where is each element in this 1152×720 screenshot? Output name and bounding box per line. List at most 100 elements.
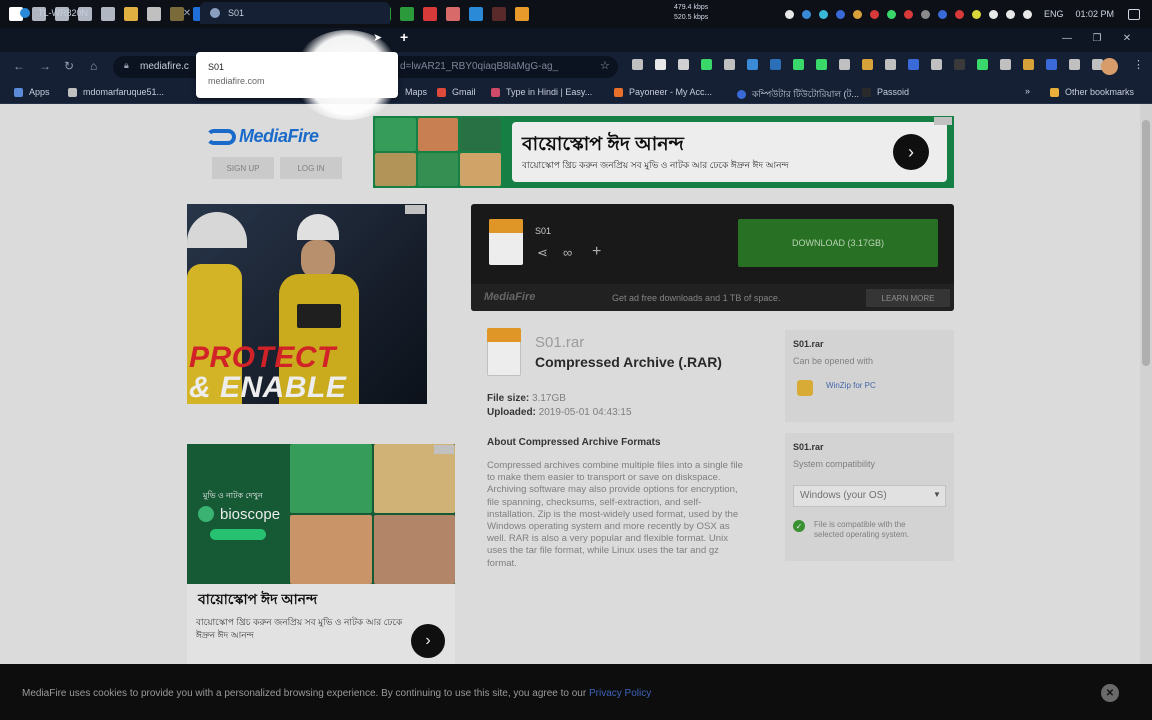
extension-icon[interactable] [1069, 59, 1080, 70]
taskbar-app-icon[interactable] [446, 7, 460, 21]
restore-icon[interactable]: ❐ [1082, 33, 1112, 44]
extension-icon[interactable] [1023, 59, 1034, 70]
link-icon[interactable]: ∞ [563, 245, 572, 260]
ad-arrow-icon[interactable]: › [411, 624, 445, 658]
chevron-down-icon[interactable]: ▼ [933, 490, 941, 499]
tray-icon[interactable] [784, 9, 794, 19]
tray-icon[interactable] [1022, 9, 1032, 19]
close-icon[interactable]: ✕ [1101, 684, 1119, 702]
new-tab-icon[interactable]: + [400, 29, 408, 45]
taskbar-app-icon[interactable] [469, 7, 483, 21]
back-icon[interactable]: ← [13, 59, 25, 73]
extension-icon[interactable] [678, 59, 689, 70]
adchoices-icon[interactable] [405, 205, 425, 214]
extension-icon[interactable] [931, 59, 942, 70]
tab-tl-wr820n[interactable]: TL-WR820N ✕ [10, 2, 200, 24]
ad-image-tile [290, 515, 372, 584]
extension-icon[interactable] [1000, 59, 1011, 70]
taskbar-app-icon[interactable] [492, 7, 506, 21]
taskbar-app-icon[interactable] [515, 7, 529, 21]
extension-icon[interactable] [632, 59, 643, 70]
tray-icon[interactable] [869, 9, 879, 19]
bookmark-payoneer[interactable]: Payoneer - My Acc... [614, 87, 712, 97]
profile-avatar[interactable] [1101, 58, 1118, 75]
extension-icon[interactable] [954, 59, 965, 70]
privacy-policy-link[interactable]: Privacy Policy [589, 688, 651, 699]
bookmark-bangla[interactable]: কম্পিউটার টিউটোরিয়াল (ট... [737, 87, 859, 102]
ad-cta-button[interactable] [210, 529, 266, 540]
tray-icon[interactable] [937, 9, 947, 19]
mediafire-logo[interactable]: MediaFire [206, 126, 319, 147]
bookmark-apps[interactable]: Apps [14, 87, 50, 97]
close-tab-icon[interactable]: ✕ [180, 8, 194, 19]
extension-icon[interactable] [977, 59, 988, 70]
extension-icon[interactable] [885, 59, 896, 70]
other-bookmarks[interactable]: Other bookmarks [1050, 87, 1134, 97]
reload-icon[interactable]: ↻ [64, 59, 74, 73]
bookmark-type-in-hindi[interactable]: Type in Hindi | Easy... [491, 87, 592, 97]
tray-icon[interactable] [801, 9, 811, 19]
extension-icon[interactable] [908, 59, 919, 70]
clock[interactable]: 01:02 PM [1075, 9, 1114, 19]
tray-icon[interactable] [852, 9, 862, 19]
card-file-name: S01 [535, 226, 552, 236]
tray-icon[interactable] [835, 9, 845, 19]
extension-icon[interactable] [816, 59, 827, 70]
tray-icon[interactable] [886, 9, 896, 19]
ad-image-tile [290, 444, 372, 513]
extension-icon[interactable] [1046, 59, 1057, 70]
window-controls: — ❐ ✕ [1052, 28, 1142, 48]
download-button[interactable]: DOWNLOAD (3.17GB) [738, 219, 938, 267]
log-in-button[interactable]: LOG IN [280, 157, 342, 179]
ad-arrow-icon[interactable]: › [893, 134, 929, 170]
taskbar-app-icon[interactable] [400, 7, 414, 21]
learn-more-button[interactable]: LEARN MORE [866, 289, 950, 307]
bookmark-star-icon[interactable]: ☆ [600, 59, 610, 72]
tray-icon[interactable] [988, 9, 998, 19]
uploaded-value: 2019-05-01 04:43:15 [538, 407, 632, 418]
extension-icon[interactable] [770, 59, 781, 70]
close-window-icon[interactable]: ✕ [1112, 33, 1142, 44]
forward-icon[interactable]: → [39, 59, 51, 73]
tray-icon[interactable] [971, 9, 981, 19]
sign-up-button[interactable]: SIGN UP [212, 157, 274, 179]
language-indicator[interactable]: ENG [1044, 9, 1064, 19]
scrollbar-thumb[interactable] [1142, 120, 1150, 366]
extension-icons [632, 59, 1115, 70]
ad-image-grid [290, 444, 455, 584]
bookmarks-overflow-icon[interactable]: » [1025, 86, 1030, 96]
extension-icon[interactable] [747, 59, 758, 70]
extension-icon[interactable] [839, 59, 850, 70]
tray-icon[interactable] [903, 9, 913, 19]
bookmark-gmail[interactable]: Gmail [437, 87, 476, 97]
extension-icon[interactable] [862, 59, 873, 70]
adchoices-icon[interactable] [434, 445, 454, 454]
extension-icon[interactable] [793, 59, 804, 70]
bookmark-maps[interactable]: Maps [405, 87, 427, 97]
tray-icon[interactable] [818, 9, 828, 19]
home-icon[interactable]: ⌂ [90, 59, 97, 73]
extension-icon[interactable] [724, 59, 735, 70]
winzip-link[interactable]: WinZip for PC [826, 381, 876, 390]
net-down-speed: 520.5 kbps [674, 14, 709, 21]
tray-icon[interactable] [1005, 9, 1015, 19]
extension-icon[interactable] [655, 59, 666, 70]
share-icon[interactable]: ⋖ [537, 245, 548, 261]
os-select[interactable]: Windows (your OS) [793, 485, 946, 507]
notification-icon[interactable] [1128, 8, 1140, 20]
bookmark-passoid[interactable]: Passoid [862, 87, 909, 97]
menu-icon[interactable]: ⋮ [1133, 58, 1144, 71]
minimize-icon[interactable]: — [1052, 33, 1082, 44]
lock-icon[interactable]: 🔒︎ [124, 60, 129, 71]
tray-icon[interactable] [920, 9, 930, 19]
tray-icon[interactable] [954, 9, 964, 19]
adchoices-icon[interactable] [934, 117, 952, 125]
screen-glare [292, 30, 402, 120]
ad-image-tile [460, 118, 501, 151]
url-tail-text: d=lwAR21_RBY0qiaqB8laMgG-ag_ [400, 61, 559, 72]
add-icon[interactable]: + [592, 243, 601, 261]
tab-s01[interactable]: S01 [200, 2, 390, 24]
taskbar-app-icon[interactable] [423, 7, 437, 21]
bookmark-item[interactable]: mdomarfaruque51... [68, 87, 164, 97]
extension-icon[interactable] [701, 59, 712, 70]
